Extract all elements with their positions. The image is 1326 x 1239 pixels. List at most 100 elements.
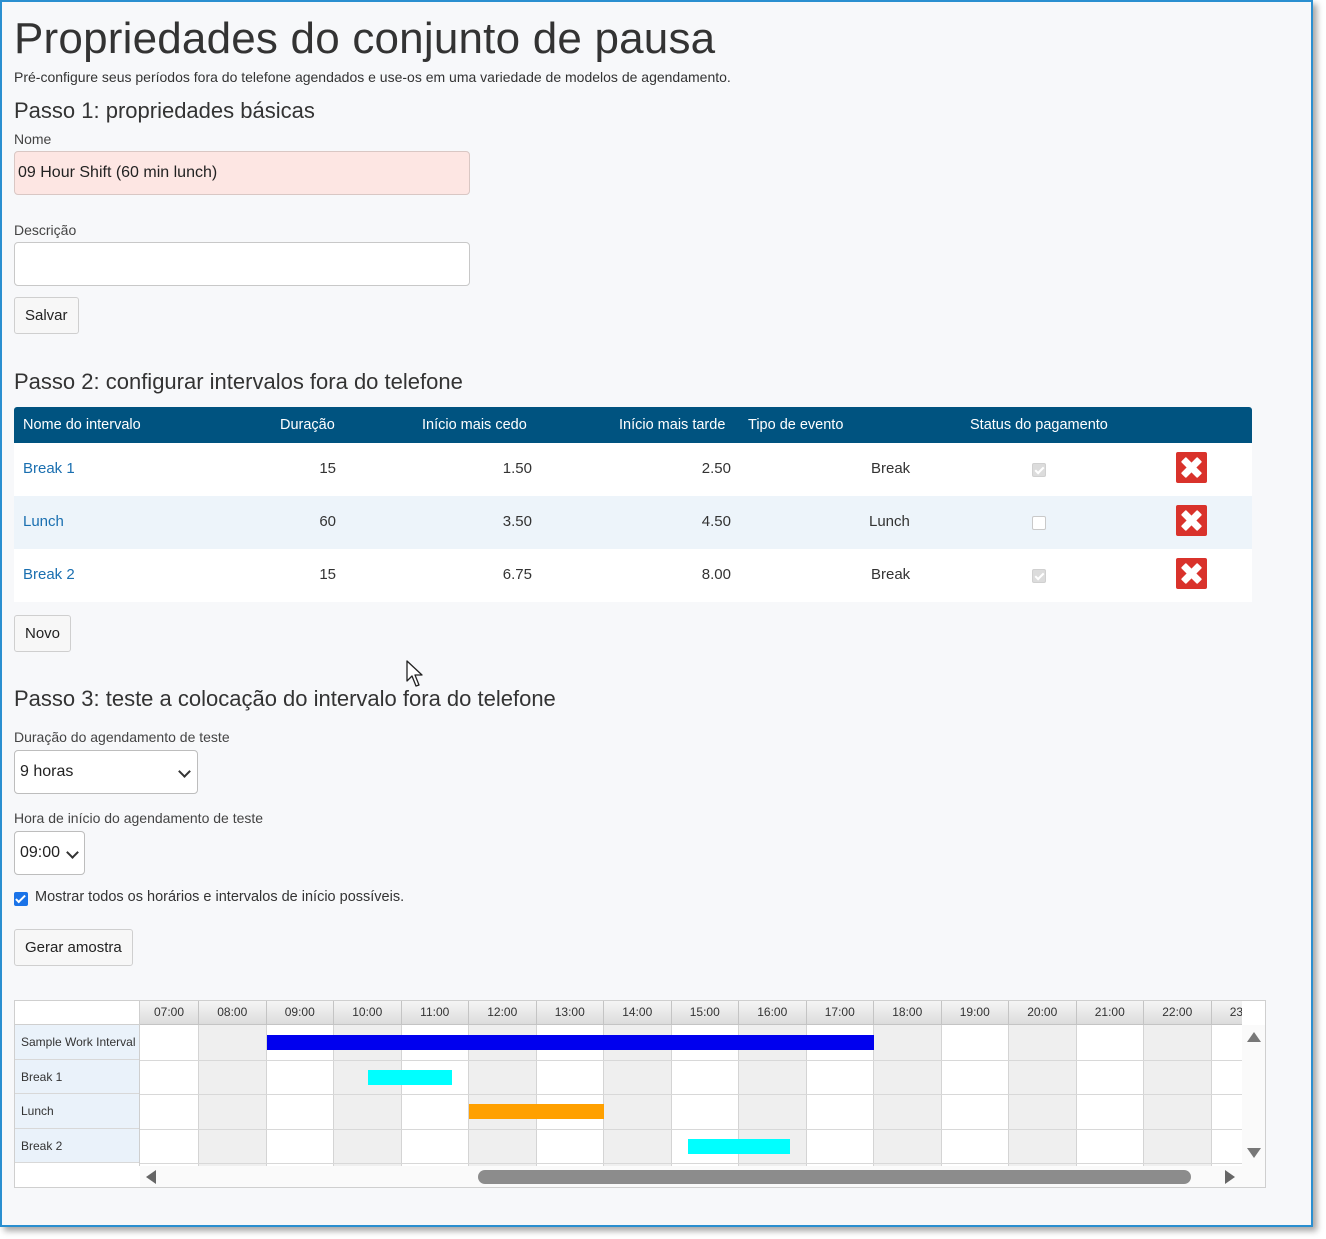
earliest-cell: 3.50 [502, 513, 532, 530]
gantt-hour-label: 10:00 [334, 1001, 402, 1025]
gantt-hour-label: 17:00 [806, 1001, 874, 1025]
table-row: Break 1 15 1.50 2.50 Break [14, 443, 1252, 496]
app-window: Propriedades do conjunto de pausa Pré-co… [0, 0, 1313, 1227]
gantt-hour-column [1077, 1001, 1144, 1166]
test-duration-label: Duração do agendamento de teste [14, 729, 230, 745]
schedule-gantt: Sample Work Interval Break 1 Lunch Break… [14, 1000, 1266, 1188]
gantt-hour-column [807, 1001, 874, 1166]
table-row: Lunch 60 3.50 4.50 Lunch [14, 496, 1252, 549]
earliest-cell: 1.50 [502, 460, 532, 477]
gantt-row-label: Break 1 [15, 1059, 139, 1094]
page-subtitle: Pré-configure seus períodos fora do tele… [14, 69, 731, 85]
duration-cell: 15 [319, 566, 336, 583]
scrollbar-thumb[interactable] [478, 1170, 1191, 1184]
gantt-hour-column [1144, 1001, 1212, 1166]
paid-checkbox [1032, 463, 1046, 477]
horizontal-scrollbar[interactable] [140, 1166, 1265, 1187]
gantt-hour-label: 12:00 [469, 1001, 537, 1025]
paid-checkbox [1032, 569, 1046, 583]
gantt-hour-column [1009, 1001, 1077, 1166]
gantt-hour-label: 07:00 [140, 1001, 199, 1025]
gantt-hour-column [469, 1001, 537, 1166]
gantt-hour-label: 16:00 [739, 1001, 807, 1025]
gantt-row-label: Lunch [15, 1094, 139, 1129]
description-label: Descrição [14, 222, 77, 238]
gantt-hour-column [942, 1001, 1009, 1166]
latest-cell: 8.00 [701, 566, 731, 583]
event-type-cell: Lunch [869, 513, 910, 530]
event-type-cell: Break [871, 566, 911, 583]
intervals-table: Nome do intervalo Duração Início mais ce… [14, 407, 1252, 602]
delete-icon[interactable] [1176, 505, 1207, 536]
latest-cell: 2.50 [701, 460, 731, 477]
col-earliest-header[interactable]: Início mais cedo [422, 417, 527, 433]
col-event-type-header[interactable]: Tipo de evento [748, 417, 843, 433]
gantt-bar[interactable] [688, 1138, 790, 1154]
gantt-row-divider [140, 1128, 1242, 1130]
duration-cell: 60 [319, 513, 336, 530]
gantt-hour-label: 18:00 [874, 1001, 942, 1025]
paid-checkbox [1032, 516, 1046, 530]
gantt-hour-column [537, 1001, 604, 1166]
event-type-cell: Break [871, 460, 911, 477]
gantt-hour-column [1212, 1001, 1243, 1166]
show-all-checkbox[interactable] [14, 892, 28, 906]
new-interval-button[interactable]: Novo [14, 615, 72, 652]
col-name-header[interactable]: Nome do intervalo [23, 417, 141, 433]
mouse-cursor-icon [406, 660, 423, 687]
chevron-down-icon [178, 765, 191, 778]
gantt-row-label: Break 2 [15, 1128, 139, 1163]
description-field[interactable] [14, 242, 470, 286]
interval-link-lunch[interactable]: Lunch [23, 513, 64, 530]
test-start-select[interactable]: 09:00 [14, 831, 85, 875]
latest-cell: 4.50 [701, 513, 731, 530]
gantt-hour-column [199, 1001, 267, 1166]
gantt-row-divider [140, 1163, 1242, 1164]
step3-heading: Passo 3: teste a colocação do intervalo … [14, 686, 556, 711]
col-pay-status-header[interactable]: Status do pagamento [970, 417, 1108, 433]
gantt-hour-label: 23:00 [1211, 1001, 1242, 1025]
gantt-row-divider [140, 1094, 1242, 1095]
gantt-hour-label: 22:00 [1144, 1001, 1212, 1025]
vertical-scrollbar[interactable] [1242, 1025, 1265, 1166]
page-title: Propriedades do conjunto de pausa [14, 14, 716, 63]
generate-sample-button[interactable]: Gerar amostra [14, 929, 133, 966]
step2-heading: Passo 2: configurar intervalos fora do t… [14, 369, 463, 394]
gantt-timeline[interactable]: 07:00 08:00 09:00 10:00 11:00 12:00 13:00 14:00… [140, 1001, 1242, 1166]
gantt-row-labels: Sample Work Interval Break 1 Lunch Break… [15, 1001, 140, 1166]
gantt-bar[interactable] [367, 1069, 453, 1085]
scroll-left-icon[interactable] [146, 1170, 156, 1184]
name-field[interactable]: 09 Hour Shift (60 min lunch) [14, 151, 470, 195]
delete-icon[interactable] [1176, 452, 1207, 483]
gantt-hour-label: 15:00 [671, 1001, 739, 1025]
show-all-label: Mostrar todos os horários e intervalos d… [35, 889, 405, 905]
test-duration-select[interactable]: 9 horas [14, 750, 198, 794]
gantt-hour-column [140, 1001, 199, 1166]
save-button[interactable]: Salvar [14, 297, 79, 334]
gantt-bar[interactable] [469, 1104, 604, 1119]
delete-icon[interactable] [1176, 558, 1207, 589]
gantt-hour-label: 11:00 [401, 1001, 469, 1025]
interval-link-break-2[interactable]: Break 2 [23, 566, 75, 583]
gantt-hour-label: 13:00 [536, 1001, 604, 1025]
scroll-right-icon[interactable] [1225, 1170, 1235, 1184]
duration-cell: 15 [319, 460, 336, 477]
gantt-bar[interactable] [266, 1035, 874, 1050]
gantt-hour-label: 21:00 [1076, 1001, 1144, 1025]
chevron-down-icon [66, 846, 79, 859]
gantt-corner [15, 1001, 139, 1025]
gantt-row-divider [140, 1059, 1242, 1061]
scroll-up-icon[interactable] [1247, 1032, 1261, 1042]
gantt-hour-label: 08:00 [199, 1001, 267, 1025]
table-row: Break 2 15 6.75 8.00 Break [14, 549, 1252, 602]
test-start-label: Hora de início do agendamento de teste [14, 810, 264, 826]
interval-link-break-1[interactable]: Break 1 [23, 460, 75, 477]
test-duration-value: 9 horas [20, 763, 74, 780]
scroll-down-icon[interactable] [1247, 1148, 1261, 1158]
earliest-cell: 6.75 [502, 566, 532, 583]
col-duration-header[interactable]: Duração [280, 417, 335, 433]
col-latest-header[interactable]: Início mais tarde [619, 417, 725, 433]
gantt-hour-label: 20:00 [1009, 1001, 1077, 1025]
gantt-hour-label: 19:00 [941, 1001, 1009, 1025]
name-label: Nome [14, 131, 52, 147]
